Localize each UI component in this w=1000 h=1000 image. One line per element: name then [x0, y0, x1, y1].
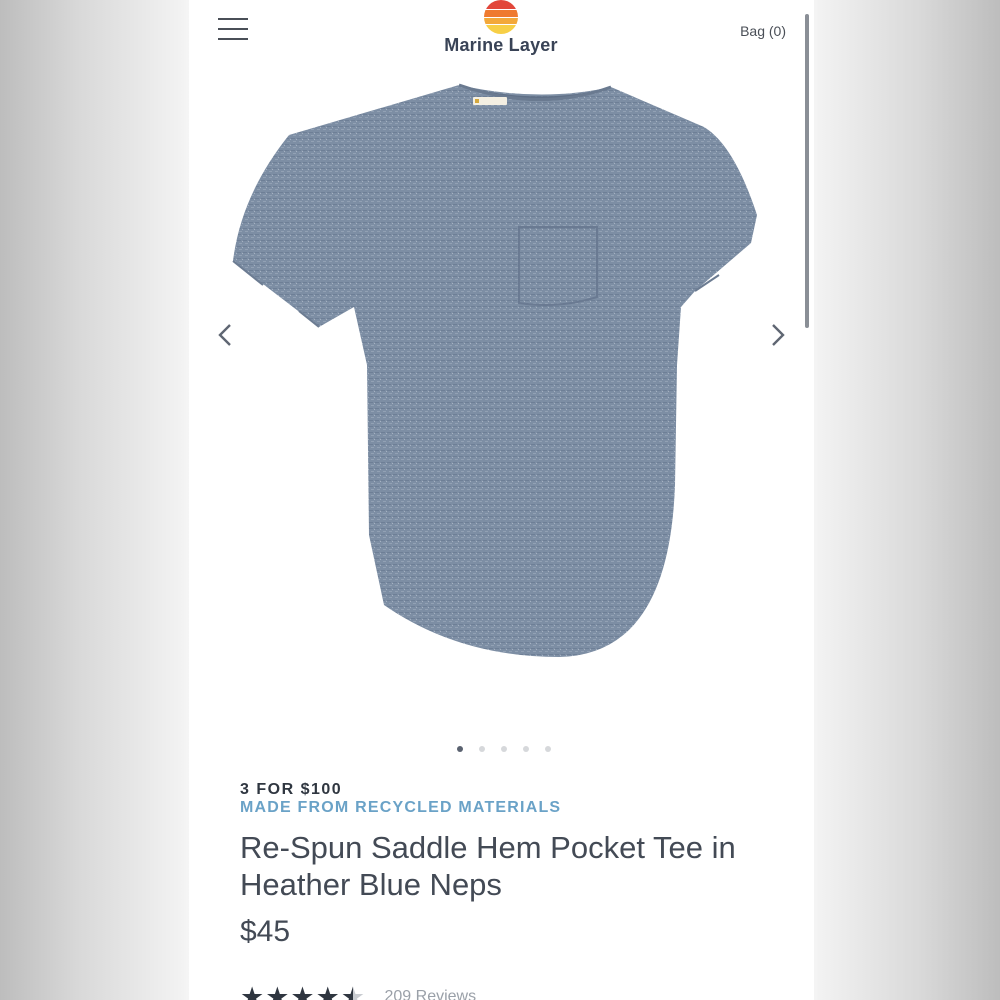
rating-row[interactable]: ★★★★★★ 209 Reviews — [240, 982, 476, 1000]
carousel-dot[interactable] — [457, 746, 463, 752]
carousel-dots — [454, 746, 554, 756]
bag-link[interactable]: Bag (0) — [740, 23, 786, 39]
brand-logo[interactable]: Marine Layer — [419, 0, 583, 60]
chevron-right-icon[interactable] — [762, 318, 792, 352]
reviews-link[interactable]: 209 Reviews — [385, 982, 477, 1000]
chevron-left-icon[interactable] — [211, 318, 241, 352]
product-image — [232, 83, 757, 657]
hamburger-menu-icon[interactable] — [218, 18, 248, 40]
brand-name: Marine Layer — [444, 35, 558, 55]
carousel-dot[interactable] — [523, 746, 529, 752]
carousel-dot[interactable] — [545, 746, 551, 752]
sunset-logo-icon — [484, 0, 518, 34]
scrollbar[interactable] — [805, 14, 809, 328]
product-title: Re-Spun Saddle Hem Pocket Tee in Heather… — [240, 830, 736, 902]
star-rating: ★★★★★★ — [240, 982, 367, 1000]
carousel-dot[interactable] — [479, 746, 485, 752]
mobile-viewport: Marine Layer Bag (0) 3 FOR $100 MADE FRO… — [189, 0, 814, 1000]
carousel-dot[interactable] — [501, 746, 507, 752]
material-tag: MADE FROM RECYCLED MATERIALS — [240, 799, 562, 816]
product-price: $45 — [240, 915, 291, 948]
promo-label: 3 FOR $100 — [240, 781, 343, 798]
